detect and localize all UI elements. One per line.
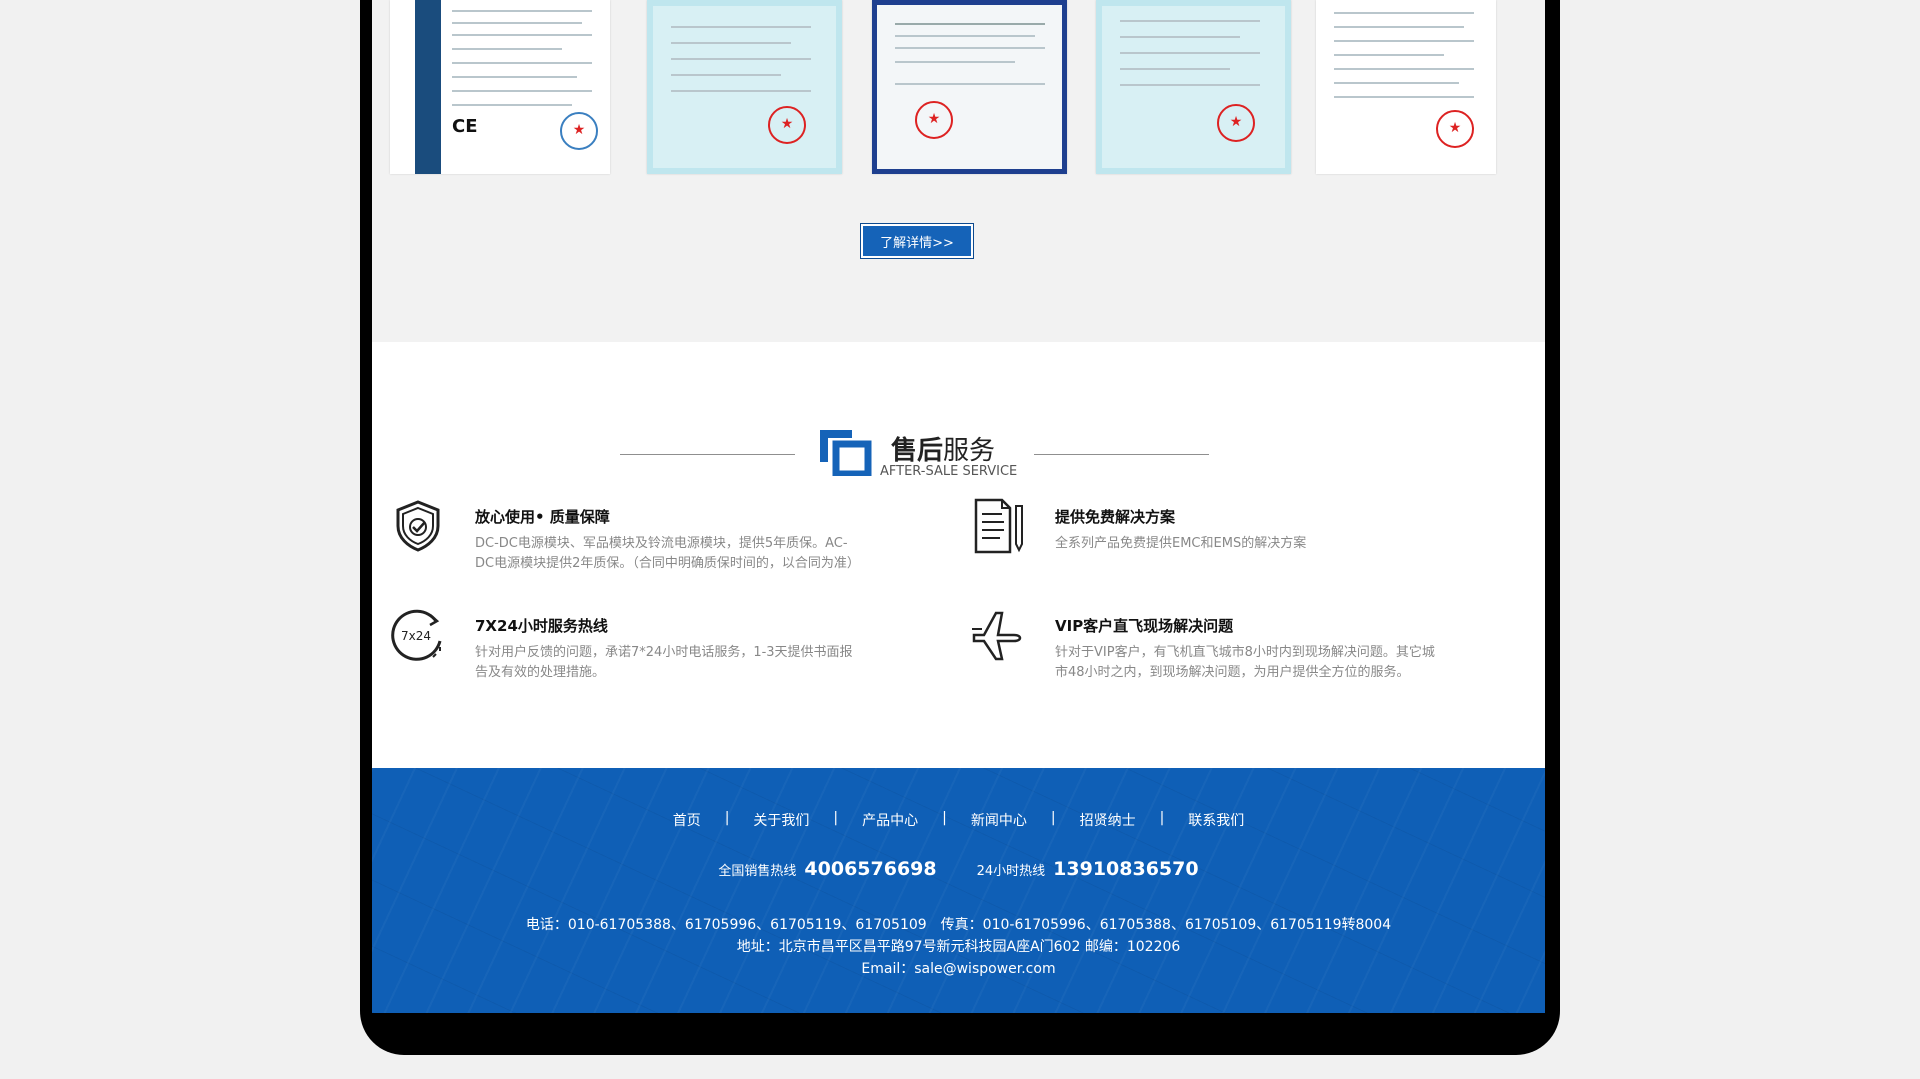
service-item-vip: VIP客户直飞现场解决问题 针对于VIP客户，有飞机直飞城市8小时内到现场解决问… (970, 607, 1450, 687)
service-desc: DC-DC电源模块、军品模块及铃流电源模块，提供5年质保。AC-DC电源模块提供… (475, 536, 860, 571)
footer-nav-separator: | (942, 810, 947, 826)
learn-more-button[interactable]: 了解详情>> (860, 223, 974, 259)
certificate-document[interactable] (1316, 0, 1496, 174)
page-screen: CE ★ ★ ★ ★ ★ 了解详情>> 售后服务 AFTER-SALE SERV… (372, 0, 1545, 1013)
clock-7x24-icon: 7x24 (391, 609, 442, 661)
title-divider-right (1034, 454, 1209, 455)
footer-nav-separator: | (1050, 810, 1056, 826)
seal-icon (560, 112, 598, 150)
service-desc: 针对用户反馈的问题，承诺7*24小时电话服务，1-3天提供书面报告及有效的处理措… (475, 645, 853, 680)
footer-nav-home[interactable]: 首页 (673, 810, 701, 830)
title-divider-left (620, 454, 795, 455)
service-title: 7X24小时服务热线 (475, 617, 608, 635)
certificate-software-2[interactable] (1096, 0, 1291, 174)
certificate-ce[interactable]: CE (390, 0, 610, 174)
service-desc: 全系列产品免费提供EMC和EMS的解决方案 (1055, 536, 1307, 551)
after-sale-title: 售后服务 AFTER-SALE SERVICE (372, 420, 1545, 480)
service-item-solution: 提供免费解决方案 全系列产品免费提供EMC和EMS的解决方案 (970, 498, 1450, 568)
hotline-label-24h: 24小时热线 (976, 864, 1046, 879)
hotline-number-24h[interactable]: 13910836570 (1053, 858, 1198, 880)
section-title-cn: 售后服务 (891, 436, 996, 466)
footer-nav-separator: | (724, 810, 730, 826)
shield-check-icon (396, 500, 440, 552)
footer-address: 地址：北京市昌平区昌平路97号新元科技园A座A门602 邮编：102206 (736, 939, 1181, 955)
clock-7x24-label: 7x24 (401, 629, 431, 643)
hotline-number[interactable]: 4006576698 (804, 858, 936, 880)
certificate-software-1[interactable] (647, 0, 842, 174)
hotline-label: 全国销售热线 (718, 864, 797, 879)
ce-mark-icon: CE (452, 116, 478, 137)
footer-nav-products[interactable]: 产品中心 (862, 810, 918, 830)
service-item-hotline: 7x24 7X24小时服务热线 针对用户反馈的问题，承诺7*24小时电话服务，1… (390, 607, 870, 687)
service-title: 放心使用• 质量保障 (475, 508, 610, 526)
footer-nav: 首页 | 关于我们 | 产品中心 | 新闻中心 | 招贤纳士 | 联系我们 (372, 810, 1545, 830)
service-item-quality: 放心使用• 质量保障 DC-DC电源模块、军品模块及铃流电源模块，提供5年质保。… (390, 498, 870, 598)
footer-phone: 电话：010-61705388、61705996、61705119、617051… (525, 917, 1392, 933)
footer-nav-contact[interactable]: 联系我们 (1188, 810, 1244, 830)
certificate-iso[interactable] (872, 0, 1067, 174)
service-title: VIP客户直飞现场解决问题 (1055, 617, 1234, 635)
footer-email[interactable]: Email：sale@wispower.com (372, 958, 1545, 978)
section-title-en: AFTER-SALE SERVICE (880, 464, 1018, 479)
seal-icon (915, 101, 953, 139)
footer-nav-separator: | (833, 810, 839, 826)
footer: 首页 | 关于我们 | 产品中心 | 新闻中心 | 招贤纳士 | 联系我们 全国… (372, 768, 1545, 1013)
seal-icon (768, 106, 806, 144)
service-desc: 针对于VIP客户，有飞机直飞城市8小时内到现场解决问题。其它城市48小时之内，到… (1055, 645, 1435, 680)
seal-icon (1217, 104, 1255, 142)
footer-nav-jobs[interactable]: 招贤纳士 (1080, 810, 1136, 830)
section-logo-icon (820, 430, 872, 476)
service-title: 提供免费解决方案 (1055, 508, 1176, 526)
certificate-vertical-strip (415, 0, 441, 174)
certificate-section: CE ★ ★ ★ ★ ★ 了解详情>> (372, 0, 1545, 342)
document-pen-icon (974, 498, 1023, 554)
airplane-icon (972, 611, 1022, 661)
footer-nav-news[interactable]: 新闻中心 (971, 810, 1027, 830)
seal-icon (1436, 110, 1474, 148)
footer-nav-about[interactable]: 关于我们 (753, 810, 809, 830)
footer-nav-separator: | (1159, 810, 1165, 826)
footer-hotlines: 全国销售热线 4006576698 24小时热线 13910836570 (372, 858, 1545, 880)
